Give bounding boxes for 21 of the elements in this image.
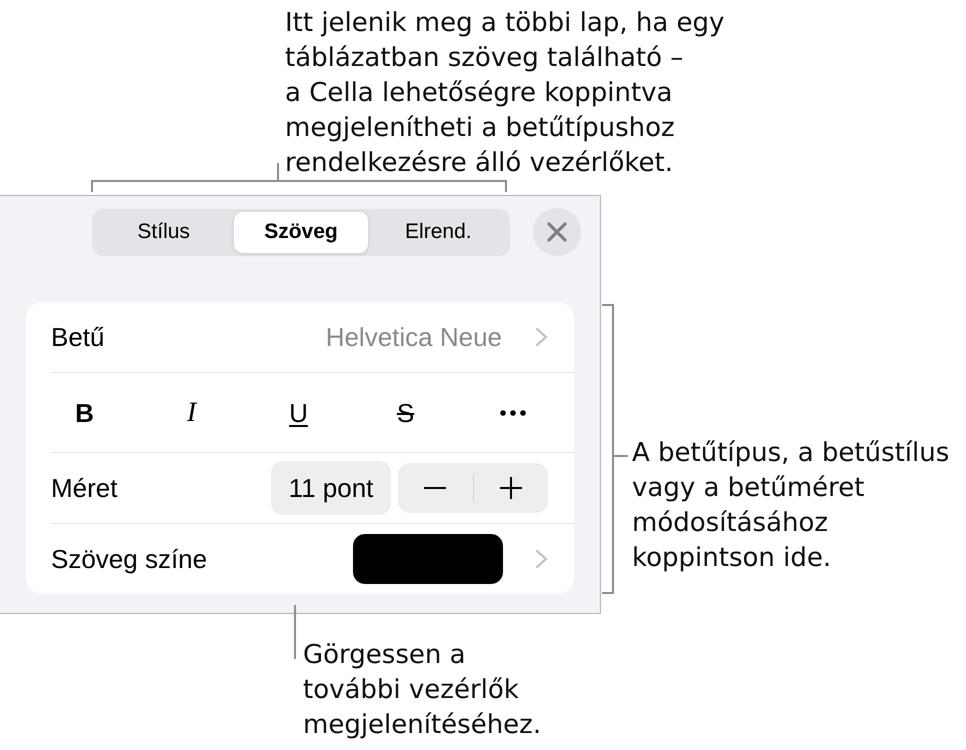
callout-text: Itt jelenik meg a többi lap, ha egy táblázatban szöveg található – a Cella lehetőségre koppintva megjelenítheti a betűtípushoz rendelkezésre álló vezérlőket.	[285, 7, 726, 180]
more-icon[interactable]	[500, 410, 526, 416]
tab[interactable]: Elrend.	[372, 212, 505, 252]
italic-button[interactable]: I	[184, 398, 200, 428]
leader-line	[294, 605, 296, 659]
callout-text: Görgessen a további vezérlők megjelenítéséhez.	[303, 639, 542, 742]
bold-button[interactable]: B	[72, 398, 97, 428]
underline-button[interactable]: U	[286, 398, 311, 428]
tab[interactable]: Szöveg	[234, 212, 368, 252]
size-label: Méret	[51, 472, 118, 504]
text-color-label: Szöveg színe	[51, 544, 208, 574]
plus-icon[interactable]	[500, 477, 522, 499]
minus-icon[interactable]	[424, 487, 446, 489]
strikethrough-button[interactable]: S	[394, 398, 418, 428]
size-value-button[interactable]: 11 pont	[271, 461, 391, 515]
close-icon[interactable]	[547, 222, 567, 242]
tab[interactable]: Stílus	[97, 212, 230, 252]
close-button[interactable]	[533, 208, 581, 256]
callout-text: A betűtípus, a betűstílus vagy a betűméret módosításához koppintson ide.	[632, 437, 950, 575]
color-swatch[interactable]	[353, 534, 503, 584]
font-label: Betű	[51, 322, 104, 352]
